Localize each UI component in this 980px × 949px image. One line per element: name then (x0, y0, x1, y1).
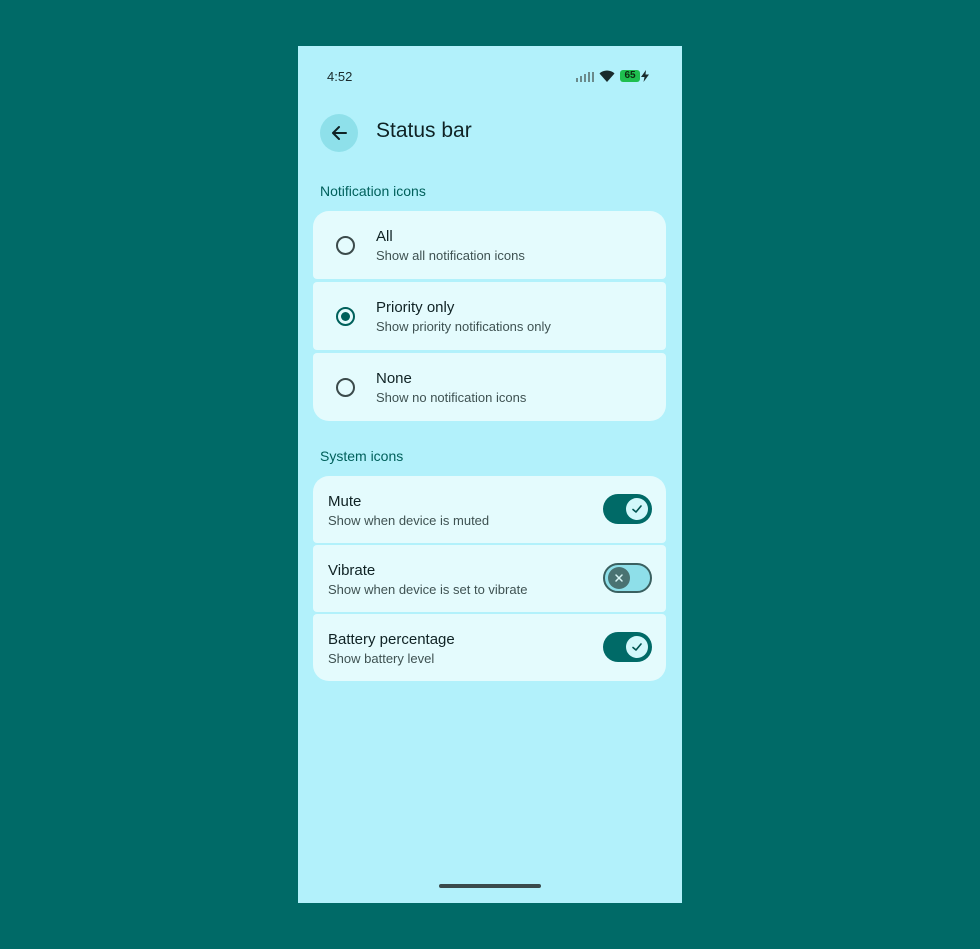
section-label-notification-icons: Notification icons (320, 183, 426, 199)
toggle-title: Vibrate (328, 562, 376, 579)
radio-button[interactable] (336, 236, 355, 255)
toggle-title: Battery percentage (328, 631, 455, 648)
toggle-row-battery-percentage[interactable]: Battery percentage Show battery level (313, 614, 666, 681)
check-icon (632, 505, 642, 513)
toggle-row-mute[interactable]: Mute Show when device is muted (313, 476, 666, 543)
option-subtitle: Show all notification icons (376, 248, 525, 263)
section-label-system-icons: System icons (320, 448, 404, 464)
option-title: None (376, 370, 412, 387)
phone-screen: 4:52 65 Status bar Notification icons Al… (298, 46, 682, 903)
option-title: All (376, 228, 393, 245)
gesture-home-bar[interactable] (439, 884, 541, 888)
check-icon (632, 643, 642, 651)
page-title: Status bar (376, 119, 472, 142)
toggle-row-vibrate[interactable]: Vibrate Show when device is set to vibra… (313, 545, 666, 612)
option-subtitle: Show priority notifications only (376, 319, 551, 334)
system-status-bar: 4:52 65 (298, 46, 682, 106)
wifi-icon (599, 70, 615, 82)
clock: 4:52 (327, 69, 353, 84)
switch-thumb (626, 498, 648, 520)
arrow-back-icon (332, 126, 347, 140)
radio-option-priority-only[interactable]: Priority only Show priority notification… (313, 282, 666, 350)
switch-thumb (608, 567, 630, 589)
close-icon (615, 574, 623, 582)
signal-icon (576, 72, 594, 82)
back-button[interactable] (320, 114, 358, 152)
vibrate-switch[interactable] (603, 563, 652, 593)
switch-thumb (626, 636, 648, 658)
battery-percentage-switch[interactable] (603, 632, 652, 662)
option-subtitle: Show no notification icons (376, 390, 527, 405)
toggle-subtitle: Show battery level (328, 651, 435, 666)
toggle-subtitle: Show when device is muted (328, 513, 490, 528)
charging-bolt-icon (641, 70, 649, 82)
mute-switch[interactable] (603, 494, 652, 524)
toggle-subtitle: Show when device is set to vibrate (328, 582, 528, 597)
option-title: Priority only (376, 299, 455, 316)
toggle-title: Mute (328, 493, 362, 510)
battery-icon: 65 (620, 70, 640, 82)
radio-option-none[interactable]: None Show no notification icons (313, 353, 666, 421)
radio-option-all[interactable]: All Show all notification icons (313, 211, 666, 279)
radio-button-selected[interactable] (336, 307, 355, 326)
radio-button[interactable] (336, 378, 355, 397)
